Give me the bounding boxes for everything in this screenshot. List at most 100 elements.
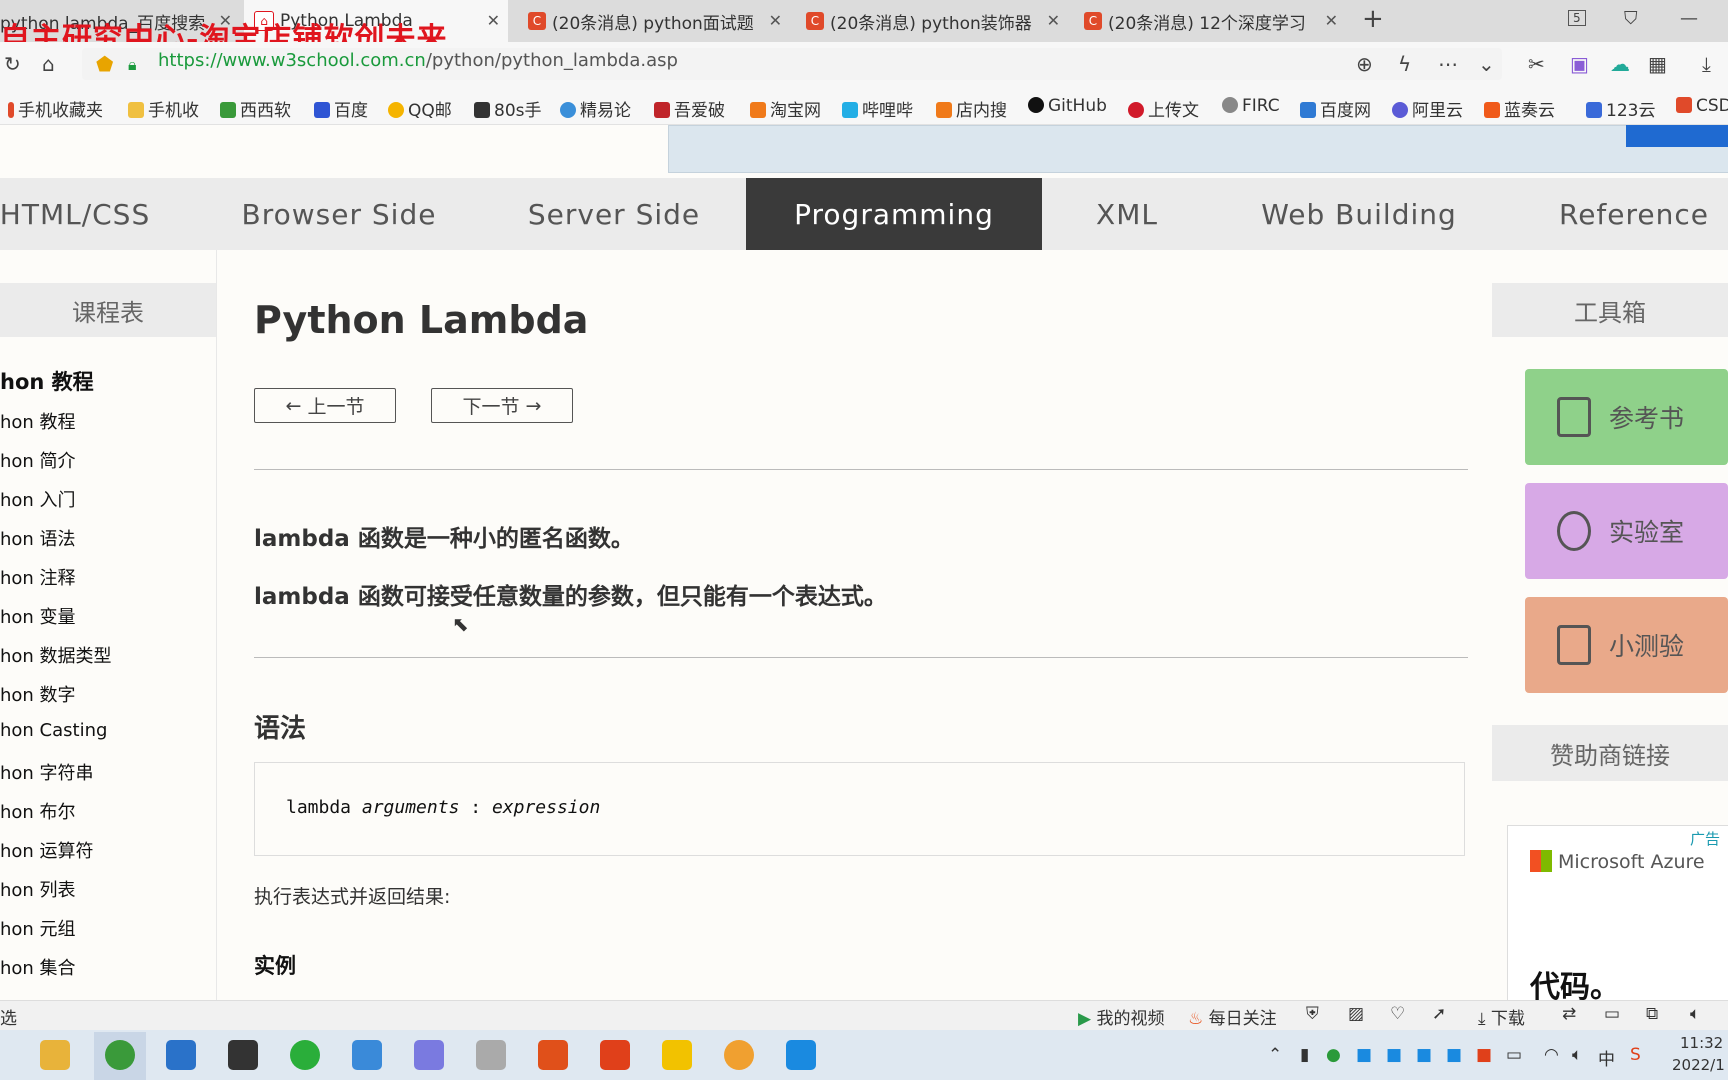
vs-icon[interactable] xyxy=(414,1040,444,1070)
bookmark-item[interactable]: 吾爱破 xyxy=(654,96,725,121)
sidebar-item[interactable]: hon 列表 xyxy=(0,876,76,902)
cloud-icon[interactable]: ☁ xyxy=(1610,52,1630,76)
tray-app-icon[interactable]: ■ xyxy=(1416,1045,1432,1065)
ime-indicator[interactable]: 中 xyxy=(1598,1045,1615,1070)
ad-banner-button[interactable] xyxy=(1626,125,1728,147)
prev-button[interactable]: ← 上一节 xyxy=(254,388,396,423)
sidebar-item[interactable]: hon 布尔 xyxy=(0,798,76,824)
sidebar-item[interactable]: hon 教程 xyxy=(0,408,76,434)
sidebar-item[interactable]: hon 元组 xyxy=(0,915,76,941)
url-text[interactable]: https://www.w3school.com.cn/python/pytho… xyxy=(158,50,678,71)
sidebar-section-title[interactable]: hon 教程 xyxy=(0,366,94,396)
reload-icon[interactable]: ↻ xyxy=(4,52,21,76)
puzzle-icon[interactable] xyxy=(538,1040,568,1070)
bookmark-item[interactable]: 阿里云 xyxy=(1392,96,1463,121)
shirt-skin-icon[interactable]: ⛉ xyxy=(1624,8,1638,29)
sidebar-item[interactable]: hon 变量 xyxy=(0,603,76,629)
close-icon[interactable]: ✕ xyxy=(1047,11,1060,30)
sogou-icon[interactable]: S xyxy=(1630,1045,1641,1065)
ad-banner[interactable] xyxy=(668,125,1728,173)
bookmark-item[interactable]: 123云 xyxy=(1586,96,1655,121)
chevron-up-icon[interactable]: ⌃ xyxy=(1268,1045,1282,1065)
nav-xml[interactable]: XML xyxy=(1072,178,1182,250)
nav-browser-side[interactable]: Browser Side xyxy=(222,178,456,250)
bookmark-item[interactable]: QQ邮 xyxy=(388,96,452,121)
close-icon[interactable]: ✕ xyxy=(487,11,500,30)
tab-count-badge[interactable]: 5 xyxy=(1568,10,1586,26)
teamviewer-icon[interactable] xyxy=(786,1040,816,1070)
tool-reference-book[interactable]: 参考书 xyxy=(1525,369,1728,465)
volume-icon[interactable]: 🔈︎ xyxy=(1690,1004,1700,1024)
notepad-icon[interactable] xyxy=(352,1040,382,1070)
bookmark-item[interactable]: GitHub xyxy=(1028,96,1107,116)
sidebar-item[interactable]: hon 简介 xyxy=(0,447,76,473)
sidebar-item[interactable]: hon 数字 xyxy=(0,681,76,707)
tab-csdn-interview[interactable]: C (20条消息) python面试题 ✕ xyxy=(528,0,790,42)
tray-app-icon[interactable]: ■ xyxy=(1446,1045,1462,1065)
player-icon[interactable] xyxy=(662,1040,692,1070)
sidebar-item[interactable]: hon 数据类型 xyxy=(0,642,112,668)
sidebar-item[interactable]: hon Casting xyxy=(0,720,107,741)
image-icon[interactable]: ▨ xyxy=(1348,1004,1364,1024)
bookmark-item[interactable]: 蓝奏云 xyxy=(1484,96,1555,121)
zoom-icon[interactable]: ⊕ xyxy=(1356,52,1373,76)
translate-icon[interactable]: ▣ xyxy=(1570,52,1589,76)
office-icon[interactable] xyxy=(600,1040,630,1070)
tray-app-icon[interactable]: ■ xyxy=(1476,1045,1492,1065)
layout-icon[interactable]: ▭ xyxy=(1604,1004,1620,1024)
bookmark-item[interactable]: FIRC xyxy=(1222,96,1280,116)
sidebar-item[interactable]: hon 字符串 xyxy=(0,759,94,785)
scissors-icon[interactable]: ✂ xyxy=(1528,52,1545,76)
tool-quiz[interactable]: 小测验 xyxy=(1525,597,1728,693)
close-icon[interactable]: ✕ xyxy=(1325,11,1338,30)
wechat-icon[interactable] xyxy=(290,1040,320,1070)
nav-reference[interactable]: Reference xyxy=(1554,178,1714,250)
nav-programming[interactable]: Programming xyxy=(746,178,1042,250)
more-icon[interactable]: ⋯ xyxy=(1438,52,1458,76)
bookmark-item[interactable]: 手机收藏夹 xyxy=(8,96,103,121)
tool-lab[interactable]: 实验室 xyxy=(1525,483,1728,579)
new-tab-icon[interactable]: + xyxy=(1362,4,1384,34)
tray-app-icon[interactable]: ■ xyxy=(1386,1045,1402,1065)
bookmark-item[interactable]: 百度网 xyxy=(1300,96,1371,121)
minimize-icon[interactable]: — xyxy=(1680,8,1698,29)
close-icon[interactable]: ✕ xyxy=(769,11,782,30)
home-icon[interactable]: ⌂ xyxy=(42,52,55,76)
daily-focus-button[interactable]: ♨ 每日关注 xyxy=(1188,1004,1277,1029)
upx-icon[interactable] xyxy=(228,1040,258,1070)
bookmark-item[interactable]: 店内搜 xyxy=(936,96,1007,121)
my-videos-button[interactable]: ▶ 我的视频 xyxy=(1078,1004,1164,1029)
sidebar-item[interactable]: hon 语法 xyxy=(0,525,76,551)
nav-html-css[interactable]: HTML/CSS xyxy=(0,178,150,250)
bookmark-item[interactable]: CSD xyxy=(1676,96,1728,116)
tray-app-icon[interactable]: ● xyxy=(1326,1045,1341,1065)
bookmark-item[interactable]: 哔哩哔 xyxy=(842,96,913,121)
sidebar-item[interactable]: hon 运算符 xyxy=(0,837,94,863)
sidebar-item[interactable]: hon 入门 xyxy=(0,486,76,512)
clock-date[interactable]: 2022/1 xyxy=(1672,1056,1725,1074)
bookmark-item[interactable]: 80s手 xyxy=(474,96,542,121)
download-button[interactable]: ⤓ 下载 xyxy=(1478,1004,1525,1029)
sidebar-item[interactable]: hon 注释 xyxy=(0,564,76,590)
apps-grid-icon[interactable]: ▦ xyxy=(1648,52,1667,76)
shield-icon[interactable]: ⬟ xyxy=(96,52,113,76)
bookmark-folder[interactable]: 手机收 xyxy=(128,96,199,121)
document-icon[interactable] xyxy=(476,1040,506,1070)
heart-icon[interactable]: ♡ xyxy=(1390,1004,1405,1024)
app-icon[interactable] xyxy=(166,1040,196,1070)
sidebar-item[interactable]: hon 集合 xyxy=(0,954,76,980)
bookmark-item[interactable]: 百度 xyxy=(314,96,368,121)
mic-icon[interactable]: ▮ xyxy=(1300,1045,1309,1065)
tray-app-icon[interactable]: ■ xyxy=(1356,1045,1372,1065)
download-icon[interactable]: ⤓ xyxy=(1702,52,1711,76)
browser-icon[interactable] xyxy=(105,1040,135,1070)
clock-time[interactable]: 11:32 xyxy=(1680,1034,1723,1052)
battery-icon[interactable]: ▭ xyxy=(1506,1045,1522,1065)
rocket-icon[interactable]: ➚ xyxy=(1432,1004,1446,1024)
wifi-icon[interactable]: ◠ xyxy=(1544,1045,1559,1065)
window-icon[interactable]: ⧉ xyxy=(1646,1004,1658,1024)
nav-web-building[interactable]: Web Building xyxy=(1254,178,1464,250)
bookmark-item[interactable]: 上传文 xyxy=(1128,96,1199,121)
tab-csdn-decorator[interactable]: C (20条消息) python装饰器 ✕ xyxy=(806,0,1068,42)
bookmark-item[interactable]: 精易论 xyxy=(560,96,631,121)
